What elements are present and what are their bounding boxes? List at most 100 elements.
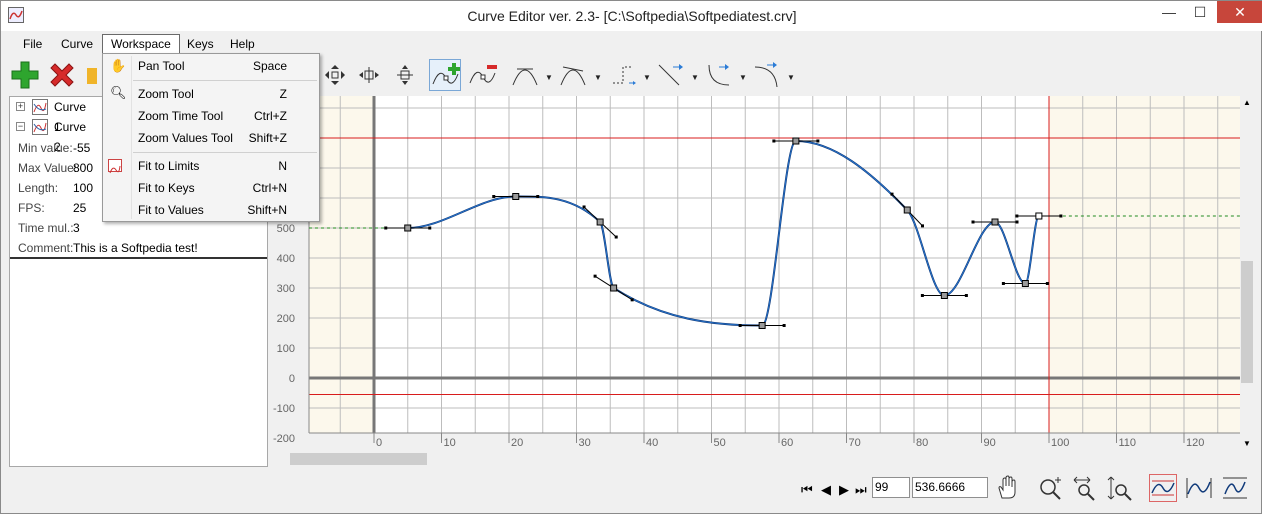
curve-canvas[interactable]: 0 10 20 30 40 50 60 70 80 90 100 110 120 500 400 300 200… [271,96,1240,451]
next-frame-button[interactable]: ▶ [839,482,849,498]
menu-item-label: Fit to Values [138,203,204,217]
x-tick-label: 100 [1051,437,1069,449]
key-point[interactable] [1035,212,1043,220]
x-tick-label: 60 [781,437,793,449]
dropdown-arrow-icon[interactable]: ▼ [643,73,651,82]
tangent-handle-point [428,226,432,230]
menu-item-fit-to-limits[interactable]: Fit to Limits N [103,155,319,177]
y-tick-label: 100 [277,343,295,355]
vertical-scrollbar[interactable]: ▲ ▼ [1240,96,1254,451]
delete-curve-button[interactable] [46,59,78,91]
x-tick-label: 90 [984,437,996,449]
tangent-linear-button[interactable] [655,59,687,91]
tangent-handle-point [890,192,894,196]
dropdown-arrow-icon[interactable]: ▼ [545,73,553,82]
tangent-handle-point [772,139,776,143]
zoom-values-button[interactable] [1105,474,1133,502]
align-vertical-button[interactable] [389,59,421,91]
tangent-ease-in-icon [708,64,730,86]
close-button[interactable]: ✕ [1217,1,1262,23]
x-tick-label: 80 [916,437,928,449]
menu-item-zoom-time-tool[interactable]: Zoom Time Tool Ctrl+Z [103,105,319,127]
add-curve-button[interactable] [9,59,41,91]
prev-frame-button[interactable]: ◀ [821,482,831,498]
key-point[interactable] [596,218,604,226]
horizontal-scrollbar[interactable] [271,451,1254,467]
tangent-peak-icon [512,68,538,86]
frame-input[interactable]: 99 [872,477,910,498]
menu-item-shortcut: Z [279,87,287,101]
collapse-icon[interactable]: − [16,122,25,131]
workspace-menu: ✋ Pan Tool Space 🔍︎ Zoom Tool Z Zoom Tim… [102,53,320,222]
zoom-time-icon [1073,476,1095,501]
tangent-ease-in-button[interactable] [703,59,735,91]
menu-curve[interactable]: Curve [53,34,101,54]
y-tick-label: -100 [273,403,295,415]
menu-item-zoom-tool[interactable]: 🔍︎ Zoom Tool Z [103,83,319,105]
align-vertical-icon [397,65,413,85]
key-point[interactable] [1021,280,1029,287]
key-point[interactable] [758,322,766,329]
tangent-auto-button[interactable] [509,59,541,91]
menu-help[interactable]: Help [222,34,263,54]
pan-tool-button[interactable] [993,474,1021,502]
tangent-ease-out-button[interactable] [751,59,783,91]
vertical-scroll-thumb[interactable] [1241,261,1253,383]
menu-item-zoom-values-tool[interactable]: Zoom Values Tool Shift+Z [103,127,319,149]
expand-icon[interactable]: + [16,102,25,111]
tangent-handle-point [920,224,924,228]
tangent-smooth-button[interactable] [557,59,589,91]
value-input[interactable]: 536.6666 [912,477,988,498]
tangent-handle-point [536,195,540,198]
minimize-button[interactable]: — [1154,1,1184,23]
menu-file[interactable]: File [15,34,50,54]
title-bar: Curve Editor ver. 2.3- [C:\Softpedia\Sof… [1,1,1262,31]
tangent-step-button[interactable] [607,59,639,91]
tangent-handle-point [492,195,496,198]
menu-item-shortcut: Ctrl+N [252,181,287,195]
zoom-time-button[interactable] [1071,474,1099,502]
zoom-tool-button[interactable] [1037,474,1065,502]
magnifier-icon: 🔍︎ [110,85,127,100]
dropdown-arrow-icon[interactable]: ▼ [739,73,747,82]
first-frame-button[interactable]: ⏮ [801,482,813,498]
menu-item-pan-tool[interactable]: ✋ Pan Tool Space [103,55,319,77]
add-key-button[interactable] [429,59,461,91]
key-point[interactable] [940,292,948,299]
open-button[interactable] [83,59,101,91]
fit-to-limits-button[interactable] [1149,474,1177,502]
curve-graph[interactable]: 0 10 20 30 40 50 60 70 80 90 100 110 120 500 400 300 200… [271,96,1240,451]
pan-toolbar-button[interactable] [319,59,351,91]
key-point[interactable] [792,137,800,145]
last-frame-button[interactable]: ⏭ [855,482,867,498]
x-tick-label: 120 [1186,437,1204,449]
key-point[interactable] [512,193,520,200]
x-tick-label: 50 [714,437,726,449]
y-tick-label: 200 [277,313,295,325]
length-value: 100 [73,181,94,195]
fit-to-keys-button[interactable] [1185,474,1213,502]
dropdown-arrow-icon[interactable]: ▼ [594,73,602,82]
dropdown-arrow-icon[interactable]: ▼ [691,73,699,82]
x-tick-label: 70 [849,437,861,449]
scroll-down-icon[interactable]: ▼ [1243,439,1251,448]
align-horizontal-button[interactable] [353,59,385,91]
key-point[interactable] [404,224,412,232]
key-point[interactable] [610,284,618,292]
maximize-button[interactable]: ☐ [1185,1,1215,23]
menu-item-fit-to-values[interactable]: Fit to Values Shift+N [103,199,319,221]
max-value: 800 [73,161,94,175]
comment-label: Comment: [18,241,74,255]
tangent-handle-point [971,220,975,224]
menu-keys[interactable]: Keys [179,34,222,54]
menu-item-fit-to-keys[interactable]: Fit to Keys Ctrl+N [103,177,319,199]
scroll-up-icon[interactable]: ▲ [1243,98,1251,107]
remove-key-button[interactable] [467,59,499,91]
menu-workspace[interactable]: Workspace [102,34,180,54]
dropdown-arrow-icon[interactable]: ▼ [787,73,795,82]
key-point[interactable] [991,218,999,226]
x-tick-label: 30 [579,437,591,449]
fit-to-values-button[interactable] [1221,474,1249,502]
key-point[interactable] [903,206,911,214]
horizontal-scroll-thumb[interactable] [290,453,427,465]
